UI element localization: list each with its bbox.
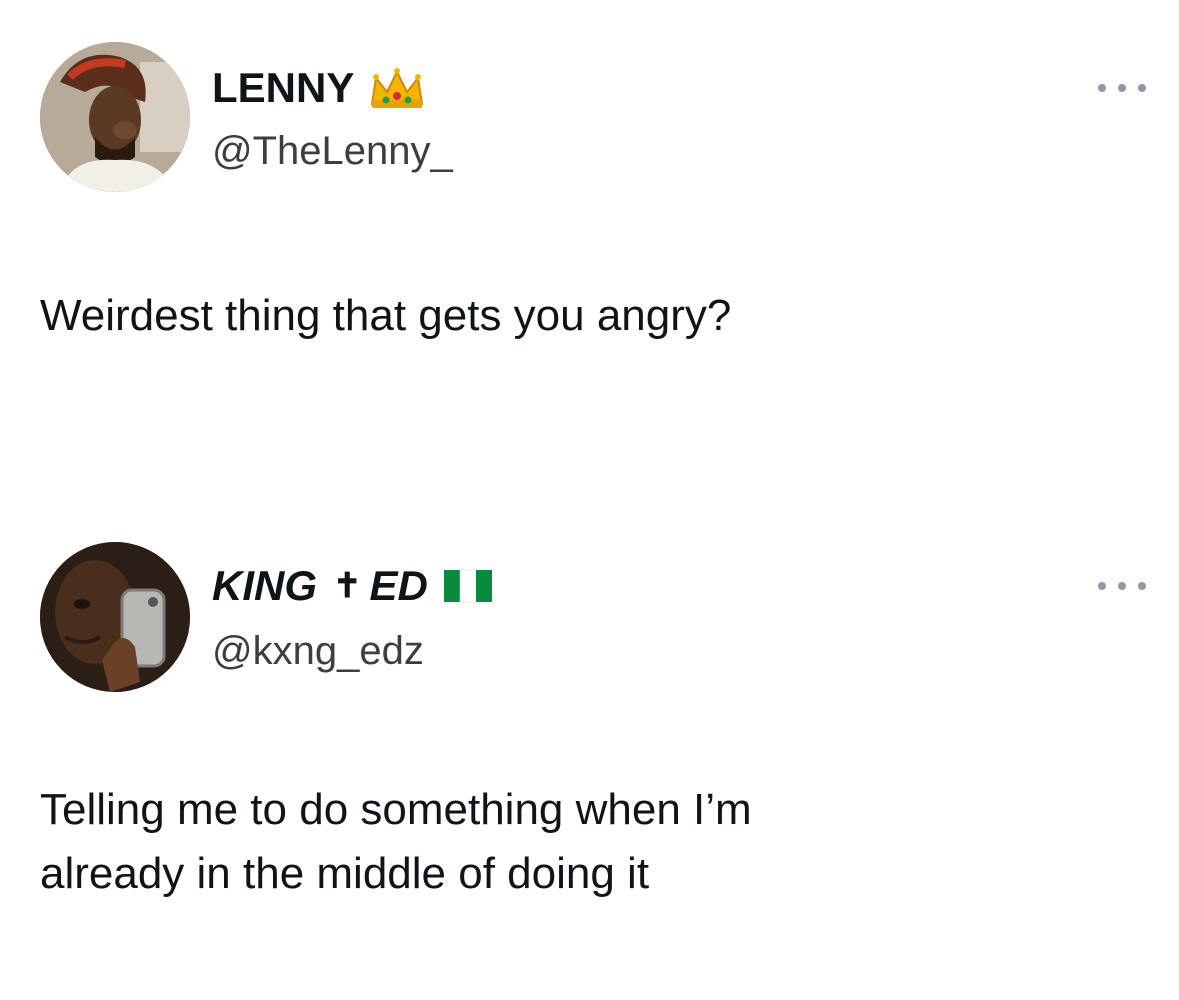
nigeria-flag-icon bbox=[442, 566, 494, 606]
tweet-text: Weirdest thing that gets you angry? bbox=[40, 284, 1140, 348]
display-name-text-part2: ED bbox=[369, 562, 428, 609]
tweet-text-line: already in the middle of doing it bbox=[40, 849, 650, 898]
cross-icon: ✝ bbox=[333, 567, 362, 605]
avatar-kxng-edz[interactable] bbox=[40, 542, 190, 692]
dot-icon bbox=[1138, 582, 1146, 590]
avatar-lenny[interactable] bbox=[40, 42, 190, 192]
display-name-lenny[interactable]: LENNY bbox=[212, 64, 426, 112]
dot-icon bbox=[1138, 84, 1146, 92]
more-options-icon[interactable] bbox=[1098, 576, 1146, 596]
tweet-text-line: Telling me to do something when I’m bbox=[40, 785, 752, 834]
dot-icon bbox=[1098, 84, 1106, 92]
dot-icon bbox=[1098, 582, 1106, 590]
avatar-photo-kxng-edz bbox=[40, 542, 190, 692]
dot-icon bbox=[1118, 84, 1126, 92]
tweet-text: Telling me to do something when I’m alre… bbox=[40, 778, 1140, 906]
avatar-photo-lenny bbox=[40, 42, 190, 192]
crown-emoji-icon bbox=[368, 66, 426, 110]
display-name-text: LENNY bbox=[212, 64, 355, 111]
display-name-text-part1: KING bbox=[212, 562, 317, 609]
more-options-icon[interactable] bbox=[1098, 78, 1146, 98]
tweet-text-line: Weirdest thing that gets you angry? bbox=[40, 291, 732, 340]
tweet-original[interactable]: LENNY @TheLenny_ Weirdest thing that get… bbox=[0, 0, 1179, 470]
handle-lenny[interactable]: @TheLenny_ bbox=[212, 128, 453, 174]
tweet-reply[interactable]: KING ✝ ED @kxng_edz Telling me to do some… bbox=[0, 500, 1179, 1000]
handle-kxng-edz[interactable]: @kxng_edz bbox=[212, 628, 424, 674]
dot-icon bbox=[1118, 582, 1126, 590]
display-name-kxng-edz[interactable]: KING ✝ ED bbox=[212, 562, 494, 610]
